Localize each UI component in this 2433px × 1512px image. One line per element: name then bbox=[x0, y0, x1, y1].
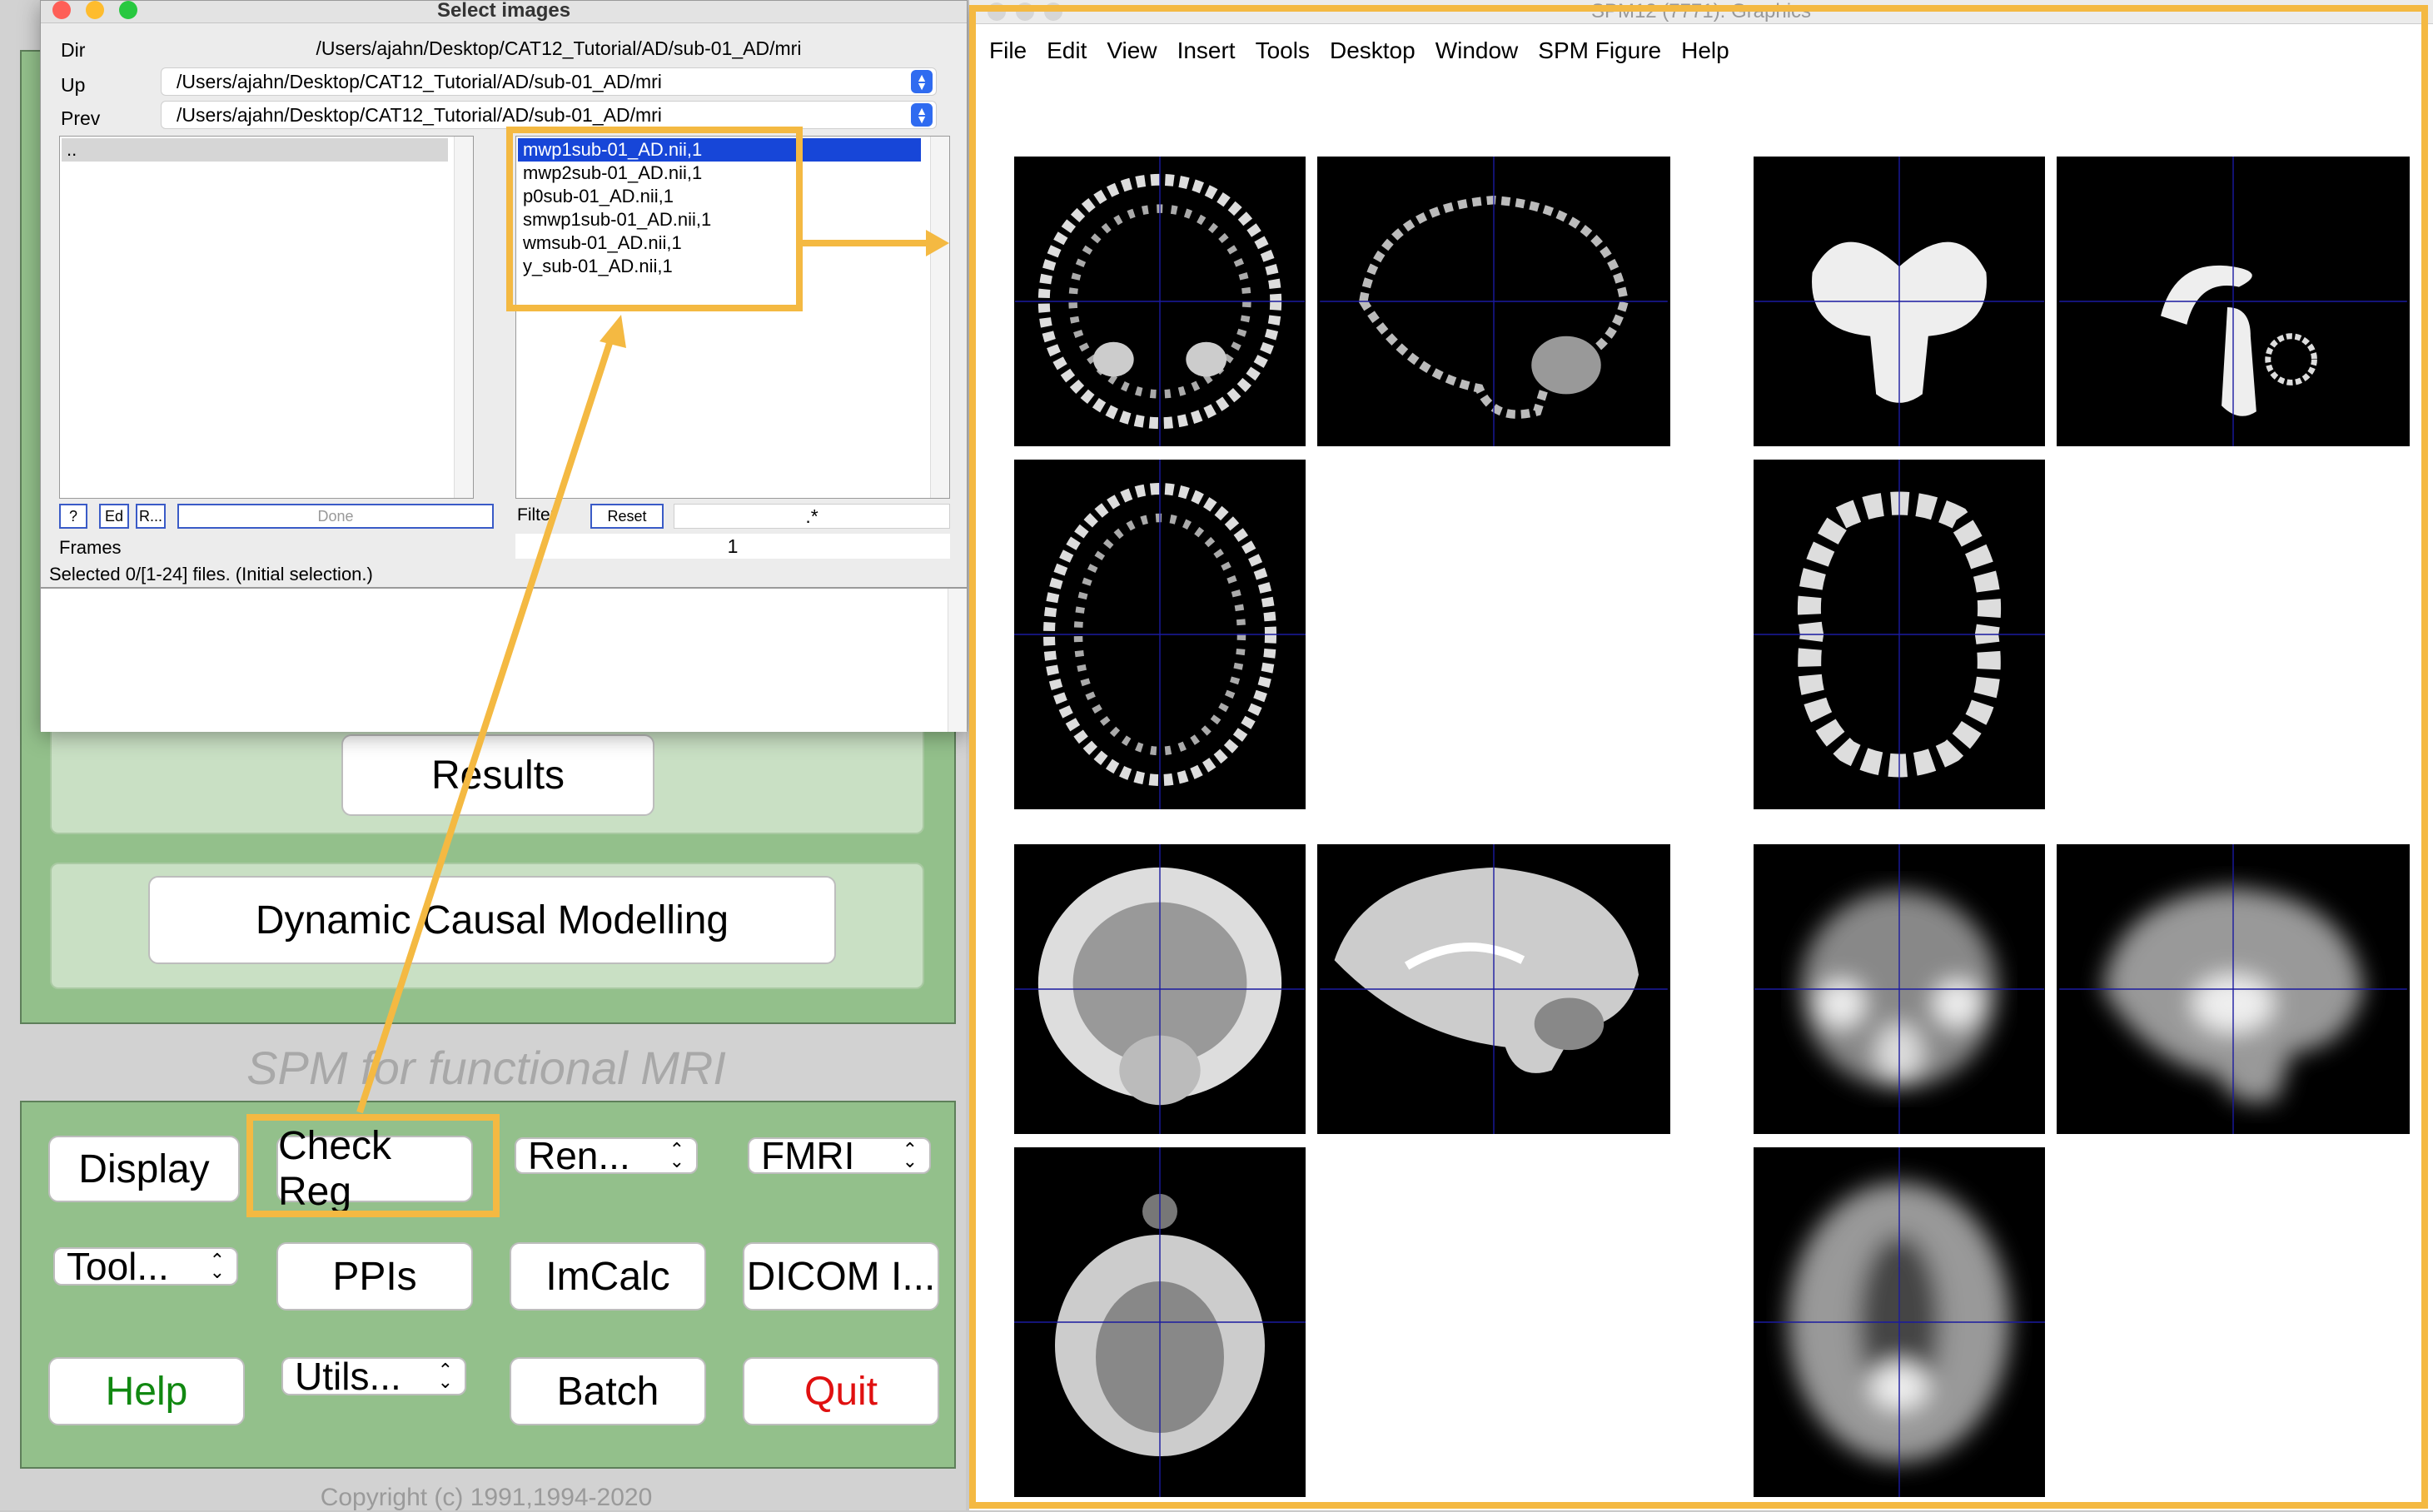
render-popup[interactable]: Ren... ⌃ ⌄ bbox=[515, 1134, 698, 1177]
menu-help[interactable]: Help bbox=[1681, 37, 1729, 64]
mri-axial-view[interactable] bbox=[1754, 460, 2045, 809]
imcalc-button[interactable]: ImCalc bbox=[510, 1242, 706, 1311]
display-button[interactable]: Display bbox=[48, 1136, 240, 1202]
dicom-import-button[interactable]: DICOM I... bbox=[743, 1242, 939, 1311]
utils-popup[interactable]: Utils... ⌃ ⌄ bbox=[281, 1355, 466, 1398]
file-list-item[interactable]: wmsub-01_AD.nii,1 bbox=[518, 231, 921, 255]
updown-chevron-icon: ⌃ ⌄ bbox=[209, 1250, 225, 1282]
menu-insert[interactable]: Insert bbox=[1177, 37, 1236, 64]
menu-tools[interactable]: Tools bbox=[1256, 37, 1310, 64]
prev-select-chevron-icon: ▲ ▼ bbox=[911, 103, 933, 127]
prev-label: Prev bbox=[61, 107, 101, 129]
mri-coronal-view[interactable] bbox=[1754, 844, 2045, 1134]
edit-small-button[interactable]: Ed bbox=[99, 504, 129, 529]
toolbox-popup-label: Tool... bbox=[67, 1245, 169, 1288]
up-select[interactable]: /Users/ajahn/Desktop/CAT12_Tutorial/AD/s… bbox=[161, 67, 937, 96]
results-button[interactable]: Results bbox=[341, 734, 654, 816]
fmri-popup[interactable]: FMRI ⌃ ⌄ bbox=[748, 1134, 931, 1177]
render-popup-label: Ren... bbox=[528, 1134, 630, 1177]
batch-button[interactable]: Batch bbox=[510, 1357, 706, 1425]
menu-file[interactable]: File bbox=[989, 37, 1027, 64]
mri-sagittal-view[interactable] bbox=[1317, 157, 1670, 446]
updown-chevron-icon: ⌃ ⌄ bbox=[669, 1139, 684, 1171]
prev-select-value: /Users/ajahn/Desktop/CAT12_Tutorial/AD/s… bbox=[177, 103, 662, 126]
file-list-item[interactable]: smwp1sub-01_AD.nii,1 bbox=[518, 208, 921, 231]
dir-path: /Users/ajahn/Desktop/CAT12_Tutorial/AD/s… bbox=[316, 37, 802, 59]
mri-sagittal-view[interactable] bbox=[2057, 844, 2410, 1134]
toolbox-popup[interactable]: Tool... ⌃ ⌄ bbox=[53, 1245, 238, 1288]
up-select-chevron-icon: ▲ ▼ bbox=[911, 70, 933, 93]
up-select-value: /Users/ajahn/Desktop/CAT12_Tutorial/AD/s… bbox=[177, 70, 662, 92]
check-reg-button[interactable]: Check Reg bbox=[276, 1124, 473, 1214]
selected-scrollbar[interactable] bbox=[948, 589, 967, 732]
menu-window[interactable]: Window bbox=[1435, 37, 1519, 64]
graphics-window: SPM12 (7771): Graphics File Edit View In… bbox=[969, 0, 2433, 1510]
dir-list-item[interactable]: .. bbox=[62, 138, 448, 162]
selection-status: Selected 0/[1-24] files. (Initial select… bbox=[49, 564, 373, 584]
dir-label: Dir bbox=[61, 39, 86, 61]
file-list-item[interactable]: mwp1sub-01_AD.nii,1 bbox=[518, 138, 921, 162]
prev-select[interactable]: /Users/ajahn/Desktop/CAT12_Tutorial/AD/s… bbox=[161, 101, 937, 129]
file-listbox[interactable]: mwp1sub-01_AD.nii,1 mwp2sub-01_AD.nii,1 … bbox=[515, 136, 950, 499]
help-small-button[interactable]: ? bbox=[59, 504, 87, 529]
zoom-window-icon[interactable] bbox=[1044, 2, 1062, 21]
file-list: mwp1sub-01_AD.nii,1 mwp2sub-01_AD.nii,1 … bbox=[516, 137, 949, 278]
fmri-popup-label: FMRI bbox=[761, 1134, 855, 1177]
frames-label: Frames bbox=[59, 537, 122, 558]
frames-input[interactable]: 1 bbox=[515, 534, 950, 559]
file-list-item[interactable]: y_sub-01_AD.nii,1 bbox=[518, 255, 921, 278]
mri-coronal-view[interactable] bbox=[1014, 844, 1306, 1134]
menu-edit[interactable]: Edit bbox=[1047, 37, 1087, 64]
file-list-item[interactable]: mwp2sub-01_AD.nii,1 bbox=[518, 162, 921, 185]
file-list-item[interactable]: p0sub-01_AD.nii,1 bbox=[518, 185, 921, 208]
results-panel: Results bbox=[50, 718, 924, 834]
up-label: Up bbox=[61, 74, 86, 96]
close-window-icon[interactable] bbox=[988, 2, 1006, 21]
spm-subtitle: SPM for functional MRI bbox=[246, 1042, 726, 1094]
utils-popup-label: Utils... bbox=[295, 1355, 401, 1398]
graphics-menubar: File Edit View Insert Tools Desktop Wind… bbox=[969, 30, 2433, 72]
zoom-window-icon[interactable] bbox=[119, 1, 137, 19]
spm-lower-panel: Display Check Reg Ren... ⌃ ⌄ FMRI ⌃ ⌄ Tool… bbox=[20, 1101, 956, 1469]
menu-desktop[interactable]: Desktop bbox=[1330, 37, 1416, 64]
mri-coronal-view[interactable] bbox=[1014, 157, 1306, 446]
minimize-window-icon[interactable] bbox=[86, 1, 104, 19]
ppis-button[interactable]: PPIs bbox=[276, 1242, 473, 1311]
directory-scrollbar[interactable] bbox=[454, 137, 473, 498]
done-button[interactable]: Done bbox=[177, 504, 494, 529]
graphics-titlebar: SPM12 (7771): Graphics bbox=[969, 0, 2433, 24]
menu-view[interactable]: View bbox=[1107, 37, 1157, 64]
selected-files-box[interactable] bbox=[41, 587, 967, 732]
mri-coronal-view[interactable] bbox=[1754, 157, 2045, 446]
graphics-title: SPM12 (7771): Graphics bbox=[1590, 0, 1812, 22]
quit-button[interactable]: Quit bbox=[743, 1357, 939, 1425]
file-scrollbar[interactable] bbox=[930, 137, 949, 498]
help-button[interactable]: Help bbox=[48, 1357, 245, 1425]
filter-input[interactable]: .* bbox=[674, 504, 950, 529]
menu-spm-figure[interactable]: SPM Figure bbox=[1538, 37, 1661, 64]
dcm-panel: Dynamic Causal Modelling bbox=[50, 863, 924, 989]
copyright-text: Copyright (c) 1991,1994-2020 bbox=[320, 1484, 653, 1511]
mri-axial-view[interactable] bbox=[1014, 460, 1306, 809]
minimize-window-icon[interactable] bbox=[1016, 2, 1034, 21]
filter-label: Filter bbox=[517, 505, 556, 525]
reset-button[interactable]: Reset bbox=[590, 504, 664, 529]
select-images-dialog: Select images Dir /Users/ajahn/Desktop/C… bbox=[40, 0, 968, 732]
dcm-button[interactable]: Dynamic Causal Modelling bbox=[148, 876, 836, 964]
close-window-icon[interactable] bbox=[52, 1, 71, 19]
dialog-title: Select images bbox=[436, 0, 571, 22]
updown-chevron-icon: ⌃ ⌄ bbox=[437, 1360, 453, 1392]
recursive-small-button[interactable]: R... bbox=[136, 504, 166, 529]
updown-chevron-icon: ⌃ ⌄ bbox=[902, 1139, 918, 1171]
mri-sagittal-view[interactable] bbox=[1317, 844, 1670, 1134]
mri-sagittal-view[interactable] bbox=[2057, 157, 2410, 446]
mri-axial-view[interactable] bbox=[1014, 1147, 1306, 1497]
mri-axial-view[interactable] bbox=[1754, 1147, 2045, 1497]
dialog-titlebar: Select images bbox=[41, 1, 967, 23]
directory-listbox[interactable]: .. bbox=[59, 136, 474, 499]
